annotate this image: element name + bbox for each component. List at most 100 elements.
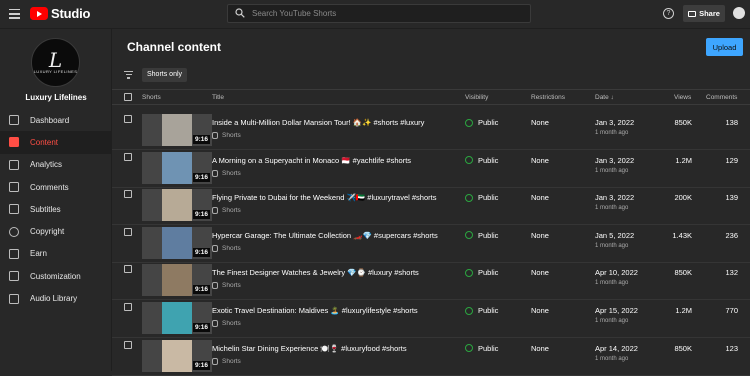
- thumbnail-image: [162, 226, 192, 259]
- visibility-cell[interactable]: Public: [465, 306, 498, 315]
- account-avatar[interactable]: [733, 7, 745, 19]
- table-row[interactable]: 9:16 Michelin Star Dining Experience 🍽️🍷 …: [112, 338, 750, 376]
- column-header-visibility[interactable]: Visibility: [465, 94, 488, 101]
- youtube-logo-icon: [30, 7, 48, 20]
- shorts-icon: [212, 244, 218, 252]
- row-checkbox[interactable]: [124, 340, 132, 349]
- sidebar-nav: Dashboard Content Analytics Comments Sub…: [0, 109, 112, 310]
- visibility-label: Public: [478, 118, 499, 127]
- video-type-label: Shorts: [222, 244, 241, 252]
- row-checkbox[interactable]: [124, 115, 132, 123]
- video-title[interactable]: Hypercar Garage: The Ultimate Collection…: [212, 231, 438, 240]
- table-row[interactable]: 9:16 Exotic Travel Destination: Maldives …: [112, 300, 750, 338]
- column-header-comments[interactable]: Comments: [706, 94, 737, 101]
- menu-icon[interactable]: [9, 9, 20, 19]
- comments-cell: 132: [725, 268, 738, 278]
- visibility-cell[interactable]: Public: [465, 268, 498, 277]
- video-title[interactable]: The Finest Designer Watches & Jewelry 💎⌚…: [212, 268, 419, 277]
- sidebar-item-dashboard[interactable]: Dashboard: [0, 109, 112, 131]
- visibility-cell[interactable]: Public: [465, 193, 498, 202]
- comments-cell: 236: [725, 230, 738, 240]
- thumbnail-image: [162, 151, 192, 184]
- video-thumbnail[interactable]: 9:16: [142, 302, 212, 334]
- restrictions-cell: None: [531, 193, 549, 203]
- subtitles-icon: [9, 204, 19, 215]
- sidebar-item-label: Dashboard: [30, 115, 70, 125]
- share-label: Share: [699, 9, 720, 18]
- filter-chip-shorts-only[interactable]: Shorts only: [142, 68, 188, 82]
- visibility-cell[interactable]: Public: [465, 231, 498, 240]
- date-relative: 1 month ago: [595, 280, 629, 287]
- channel-logo-text: LUXURY LIFELINES: [33, 68, 78, 74]
- content-icon: [9, 137, 19, 148]
- search-box[interactable]: [227, 4, 531, 23]
- video-type: Shorts: [212, 132, 241, 139]
- row-checkbox[interactable]: [124, 152, 132, 161]
- video-thumbnail[interactable]: 9:16: [142, 189, 212, 222]
- video-thumbnail[interactable]: 9:16: [142, 151, 212, 184]
- video-thumbnail[interactable]: 9:16: [142, 339, 212, 372]
- column-header-date[interactable]: Date ↓: [595, 94, 614, 101]
- audio-library-icon: [9, 293, 19, 304]
- table-row[interactable]: 9:16 Inside a Multi-Million Dollar Mansio…: [112, 112, 750, 150]
- sidebar-item-earn[interactable]: Earn: [0, 243, 112, 265]
- video-type: Shorts: [212, 282, 241, 290]
- share-button[interactable]: Share: [683, 5, 725, 22]
- column-header-views[interactable]: Views: [674, 94, 691, 101]
- restrictions-cell: None: [531, 118, 549, 127]
- video-thumbnail[interactable]: 9:16: [142, 264, 212, 297]
- sidebar-item-audio-library[interactable]: Audio Library: [0, 287, 112, 309]
- sidebar: L LUXURY LIFELINES Luxury Lifelines Dash…: [0, 29, 112, 371]
- visibility-cell[interactable]: Public: [465, 118, 498, 127]
- help-icon[interactable]: ?: [663, 8, 674, 19]
- select-all-checkbox[interactable]: [124, 93, 132, 101]
- sidebar-item-copyright[interactable]: Copyright: [0, 220, 112, 242]
- shorts-icon: [212, 169, 218, 177]
- video-title[interactable]: Exotic Travel Destination: Maldives 🏝️ #…: [212, 306, 418, 315]
- search-input[interactable]: [252, 6, 522, 21]
- restrictions-cell: None: [531, 230, 549, 240]
- column-header-restrictions[interactable]: Restrictions: [531, 94, 565, 101]
- sidebar-item-content[interactable]: Content: [0, 131, 112, 154]
- table-row[interactable]: 9:16 Flying Private to Dubai for the Week…: [112, 187, 750, 226]
- duration-badge: 9:16: [192, 210, 210, 220]
- sidebar-item-comments[interactable]: Comments: [0, 176, 112, 198]
- sidebar-item-label: Customization: [30, 271, 81, 281]
- video-thumbnail[interactable]: 9:16: [142, 226, 212, 259]
- channel-name: Luxury Lifelines: [25, 93, 87, 102]
- search-icon: [235, 8, 245, 18]
- video-title[interactable]: Flying Private to Dubai for the Weekend …: [212, 193, 436, 202]
- video-thumbnail[interactable]: 9:16: [142, 114, 212, 146]
- table-row[interactable]: 9:16 Hypercar Garage: The Ultimate Collec…: [112, 225, 750, 263]
- video-type: Shorts: [212, 320, 241, 327]
- date-cell: Jan 3, 2022: [595, 118, 635, 127]
- filter-icon[interactable]: [124, 71, 133, 79]
- sidebar-item-analytics[interactable]: Analytics: [0, 154, 112, 176]
- upload-button[interactable]: Upload: [706, 38, 743, 56]
- video-title[interactable]: A Morning on a Superyacht in Monaco 🇲🇨 #…: [212, 156, 411, 165]
- globe-icon: [465, 231, 473, 240]
- column-header-title[interactable]: Title: [212, 94, 224, 101]
- duration-badge: 9:16: [192, 360, 210, 370]
- row-checkbox[interactable]: [124, 190, 132, 199]
- shorts-icon: [212, 132, 218, 139]
- shorts-icon: [212, 207, 218, 215]
- row-checkbox[interactable]: [124, 227, 132, 236]
- video-title[interactable]: Inside a Multi-Million Dollar Mansion To…: [212, 118, 424, 127]
- sidebar-item-customization[interactable]: Customization: [0, 265, 112, 287]
- row-checkbox[interactable]: [124, 303, 132, 311]
- views-cell: 200K: [674, 193, 692, 203]
- sidebar-item-subtitles[interactable]: Subtitles: [0, 198, 112, 220]
- row-checkbox[interactable]: [124, 265, 132, 274]
- studio-logo[interactable]: Studio: [30, 6, 90, 21]
- visibility-cell[interactable]: Public: [465, 156, 498, 165]
- globe-icon: [465, 156, 473, 165]
- views-cell: 1.2M: [675, 155, 692, 165]
- customization-icon: [9, 271, 19, 282]
- table-row[interactable]: 9:16 The Finest Designer Watches & Jewelr…: [112, 262, 750, 301]
- channel-avatar[interactable]: L LUXURY LIFELINES: [31, 38, 80, 87]
- video-title[interactable]: Michelin Star Dining Experience 🍽️🍷 #lux…: [212, 344, 407, 353]
- thumbnail-image: [162, 114, 192, 146]
- table-row[interactable]: 9:16 A Morning on a Superyacht in Monaco …: [112, 150, 750, 188]
- visibility-cell[interactable]: Public: [465, 344, 498, 353]
